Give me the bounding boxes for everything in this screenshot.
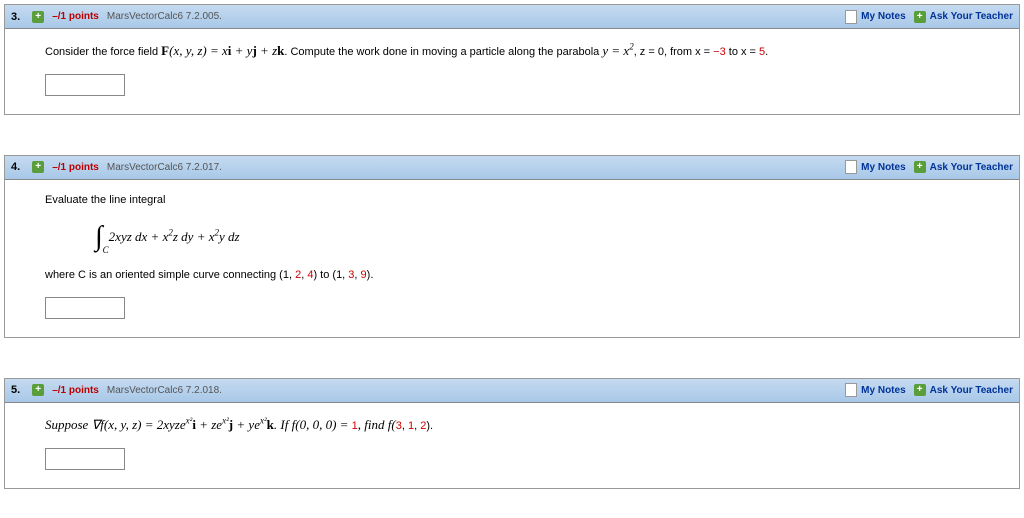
question-body: Evaluate the line integral ∫C 2xyz dx + … (5, 180, 1019, 337)
ask-teacher-label: Ask Your Teacher (930, 385, 1013, 396)
plus-icon: + (914, 11, 926, 23)
plus-icon: + (914, 161, 926, 173)
formula: y = x2 (602, 43, 633, 58)
my-notes-label: My Notes (861, 11, 905, 22)
integral-display: ∫C 2xyz dx + x2z dy + x2y dz (95, 221, 979, 253)
formula: Suppose ∇f(x, y, z) = 2xyzex²i + zex²j +… (45, 417, 352, 432)
answer-input[interactable] (45, 74, 125, 96)
text: where C is an oriented simple curve conn… (45, 269, 295, 281)
question-block-5: 5. + –/1 points MarsVectorCalc6 7.2.018.… (4, 378, 1020, 489)
question-block-3: 3. + –/1 points MarsVectorCalc6 7.2.005.… (4, 4, 1020, 115)
question-header: 5. + –/1 points MarsVectorCalc6 7.2.018.… (5, 379, 1019, 403)
text: ). (426, 420, 433, 432)
source-label: MarsVectorCalc6 7.2.018. (107, 385, 222, 396)
ask-teacher-link[interactable]: + Ask Your Teacher (914, 11, 1013, 23)
question-number: 3. (11, 11, 20, 23)
header-right: My Notes + Ask Your Teacher (845, 10, 1013, 24)
my-notes-link[interactable]: My Notes (845, 10, 905, 24)
question-body: Suppose ∇f(x, y, z) = 2xyzex²i + zex²j +… (5, 403, 1019, 488)
ask-teacher-label: Ask Your Teacher (930, 162, 1013, 173)
points-label: –/1 points (52, 11, 99, 22)
header-right: My Notes + Ask Your Teacher (845, 160, 1013, 174)
answer-input[interactable] (45, 448, 125, 470)
text: ) to (1, (313, 269, 348, 281)
header-left: 3. + –/1 points MarsVectorCalc6 7.2.005. (11, 11, 222, 23)
text: Consider the force field (45, 46, 161, 58)
my-notes-label: My Notes (861, 162, 905, 173)
formula: F(x, y, z) = xi + yj + zk (161, 43, 284, 58)
header-right: My Notes + Ask Your Teacher (845, 383, 1013, 397)
integral-expression: 2xyz dx + x2z dy + x2y dz (109, 229, 240, 245)
question-header: 3. + –/1 points MarsVectorCalc6 7.2.005.… (5, 5, 1019, 29)
expand-icon[interactable]: + (32, 161, 44, 173)
question-text: Suppose ∇f(x, y, z) = 2xyzex²i + zex²j +… (45, 415, 979, 436)
source-label: MarsVectorCalc6 7.2.005. (107, 11, 222, 22)
my-notes-link[interactable]: My Notes (845, 383, 905, 397)
ask-teacher-label: Ask Your Teacher (930, 11, 1013, 22)
question-number: 5. (11, 384, 20, 396)
answer-input[interactable] (45, 297, 125, 319)
ask-teacher-link[interactable]: + Ask Your Teacher (914, 161, 1013, 173)
text: ). (367, 269, 374, 281)
question-header: 4. + –/1 points MarsVectorCalc6 7.2.017.… (5, 156, 1019, 180)
text: to x = (726, 46, 759, 58)
my-notes-label: My Notes (861, 385, 905, 396)
notes-icon (845, 10, 857, 24)
ask-teacher-link[interactable]: + Ask Your Teacher (914, 384, 1013, 396)
expand-icon[interactable]: + (32, 11, 44, 23)
points-label: –/1 points (52, 162, 99, 173)
text: . (765, 46, 768, 58)
expand-icon[interactable]: + (32, 384, 44, 396)
source-label: MarsVectorCalc6 7.2.017. (107, 162, 222, 173)
my-notes-link[interactable]: My Notes (845, 160, 905, 174)
header-left: 5. + –/1 points MarsVectorCalc6 7.2.018. (11, 384, 222, 396)
text: , find f( (358, 417, 396, 432)
text: , z = 0, from x = (634, 46, 713, 58)
question-body: Consider the force field F(x, y, z) = xi… (5, 29, 1019, 114)
question-block-4: 4. + –/1 points MarsVectorCalc6 7.2.017.… (4, 155, 1020, 338)
question-number: 4. (11, 161, 20, 173)
text: . Compute the work done in moving a part… (284, 46, 602, 58)
points-label: –/1 points (52, 385, 99, 396)
notes-icon (845, 383, 857, 397)
plus-icon: + (914, 384, 926, 396)
integral-symbol: ∫C (95, 221, 103, 253)
line1: Evaluate the line integral (45, 192, 979, 210)
notes-icon (845, 160, 857, 174)
header-left: 4. + –/1 points MarsVectorCalc6 7.2.017. (11, 161, 222, 173)
value: −3 (713, 46, 726, 58)
line2: where C is an oriented simple curve conn… (45, 267, 979, 285)
question-text: Consider the force field F(x, y, z) = xi… (45, 41, 979, 62)
